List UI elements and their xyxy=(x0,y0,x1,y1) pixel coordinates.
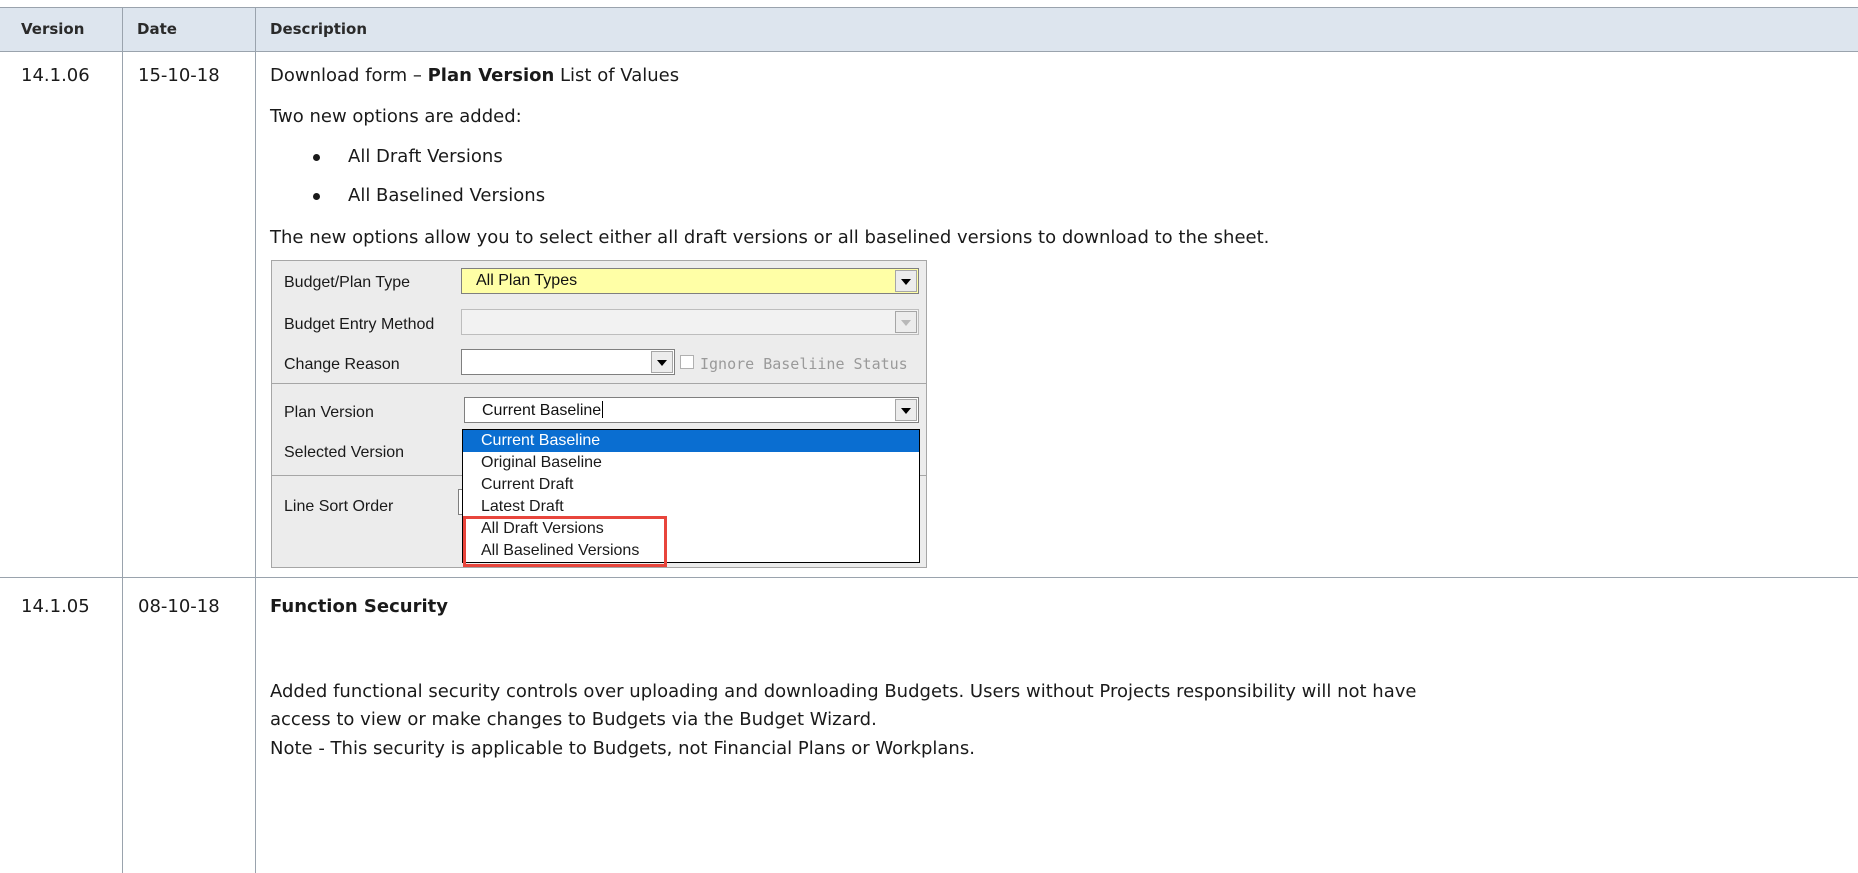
row1-line1: Download form – Plan Version List of Val… xyxy=(270,65,679,86)
plan-version-value[interactable]: Current Baseline xyxy=(482,401,604,420)
budget-plan-type-label: Budget/Plan Type xyxy=(284,274,411,291)
budget-plan-type-value: All Plan Types xyxy=(476,272,578,289)
line-sort-order-label: Line Sort Order xyxy=(284,498,394,515)
header-version: Version xyxy=(21,20,85,38)
option-current-baseline[interactable]: Current Baseline xyxy=(463,430,919,452)
row2-title: Function Security xyxy=(270,596,448,617)
selected-version-label: Selected Version xyxy=(284,444,405,461)
row2-version: 14.1.05 xyxy=(21,596,90,617)
option-latest-draft[interactable]: Latest Draft xyxy=(463,496,919,518)
header-date: Date xyxy=(137,20,177,38)
row1-line1-prefix: Download form – xyxy=(270,65,428,86)
plan-version-text: Current Baseline xyxy=(482,402,602,419)
ignore-baseline-checkbox[interactable] xyxy=(680,355,694,369)
row1-line1-suffix: List of Values xyxy=(554,65,680,86)
form-section-divider xyxy=(272,383,926,384)
chevron-down-icon[interactable] xyxy=(651,351,673,373)
row1-bullet-2: All Baselined Versions xyxy=(348,185,546,206)
row2-note: Note - This security is applicable to Bu… xyxy=(270,738,975,759)
row1-date: 15-10-18 xyxy=(138,65,220,86)
option-original-baseline[interactable]: Original Baseline xyxy=(463,452,919,474)
chevron-down-icon[interactable] xyxy=(895,399,917,421)
bullet-icon xyxy=(313,193,320,200)
row1-line3: The new options allow you to select eith… xyxy=(270,227,1270,248)
column-divider xyxy=(255,7,256,873)
budget-plan-type-select[interactable]: All Plan Types xyxy=(461,268,919,294)
row1-line2: Two new options are added: xyxy=(270,106,522,127)
table-header-row: Version Date Description xyxy=(0,7,1858,52)
budget-entry-method-select[interactable] xyxy=(461,309,919,335)
change-reason-label: Change Reason xyxy=(284,356,400,373)
plan-version-label: Plan Version xyxy=(284,404,374,421)
row1-bullet-1: All Draft Versions xyxy=(348,146,503,167)
row2-para1-line1: Added functional security controls over … xyxy=(270,681,1417,702)
chevron-down-icon[interactable] xyxy=(895,311,917,333)
header-description: Description xyxy=(270,20,368,38)
highlight-box xyxy=(463,516,667,567)
option-current-draft[interactable]: Current Draft xyxy=(463,474,919,496)
ignore-baseline-label: Ignore Baseliine Status xyxy=(700,355,908,373)
row2-date: 08-10-18 xyxy=(138,596,220,617)
bullet-icon xyxy=(313,154,320,161)
row2-para1-line2: access to view or make changes to Budget… xyxy=(270,709,877,730)
row1-line1-bold: Plan Version xyxy=(427,65,555,86)
column-divider xyxy=(122,7,123,873)
text-caret xyxy=(602,401,604,418)
row-divider xyxy=(0,577,1858,578)
chevron-down-icon[interactable] xyxy=(895,270,917,292)
budget-entry-method-label: Budget Entry Method xyxy=(284,316,435,333)
row1-version: 14.1.06 xyxy=(21,65,90,86)
release-notes-table: Version Date Description 14.1.06 15-10-1… xyxy=(0,0,1858,873)
plan-version-select[interactable]: Current Baseline xyxy=(464,397,919,423)
change-reason-select[interactable] xyxy=(461,349,675,375)
